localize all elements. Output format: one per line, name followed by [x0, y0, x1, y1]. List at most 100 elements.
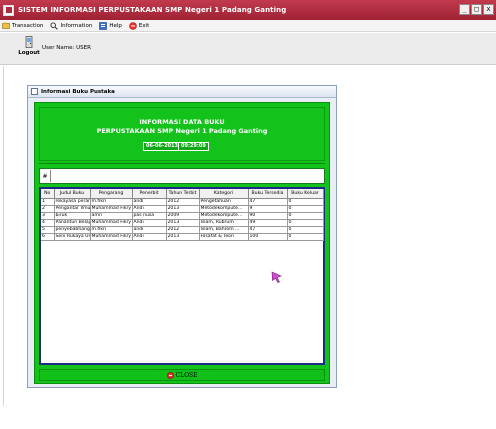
table-cell: 2013 — [166, 233, 200, 241]
books-table-grid: No Judul Buku Pengarang Penerbit Tahun T… — [41, 189, 324, 241]
table-cell: Pengantar Ilmu ... — [54, 205, 91, 213]
logout-button[interactable]: Logout — [14, 36, 44, 63]
table-cell: 100 — [248, 233, 288, 241]
internal-frame-book-info[interactable]: Informasi Buku Pustaka INFORMASI DATA BU… — [27, 85, 337, 388]
close-window-button[interactable]: x — [483, 4, 494, 15]
table-cell: biruk — [54, 212, 91, 220]
table-cell: andi — [132, 198, 167, 206]
internal-frame-titlebar[interactable]: Informasi Buku Pustaka — [28, 86, 336, 98]
search-label: # — [42, 172, 48, 180]
table-row[interactable]: 4 Panantun Belaj... Muhammad Fikry Andi … — [41, 219, 324, 227]
header-title: INFORMASI DATA BUKU — [139, 118, 225, 126]
table-cell: 3 — [41, 212, 55, 220]
table-cell: 0 — [287, 212, 324, 220]
table-cell: Andi — [132, 233, 167, 241]
table-cell: 0 — [287, 226, 324, 234]
table-cell: Pengetahuan — [199, 198, 249, 206]
app-icon — [3, 4, 14, 16]
table-cell: Muhammad Fikry — [90, 205, 133, 213]
internal-frame-title: Informasi Buku Pustaka — [41, 88, 115, 95]
table-cell: andi — [132, 226, 167, 234]
column-header[interactable]: Kategori — [199, 189, 249, 199]
menu-exit[interactable]: Exit — [129, 21, 149, 30]
table-cell: m.fikri — [90, 226, 133, 234]
logout-label: Logout — [18, 50, 40, 56]
column-header[interactable]: Pengarang — [90, 189, 133, 199]
minimize-button[interactable]: _ — [459, 4, 470, 15]
table-cell: Muhammad Fikry — [90, 233, 133, 241]
table-cell: Panantun Belaj... — [54, 219, 91, 227]
table-cell: 6 — [41, 233, 55, 241]
table-cell: 90 — [248, 212, 288, 220]
table-cell: 2009 — [166, 212, 200, 220]
column-header[interactable]: No — [41, 189, 55, 199]
search-input[interactable] — [50, 170, 323, 182]
table-cell: Islam, Rubrum — [199, 219, 249, 227]
table-cell: 0 — [287, 205, 324, 213]
table-header-row: No Judul Buku Pengarang Penerbit Tahun T… — [41, 189, 324, 199]
maximize-button[interactable]: □ — [471, 4, 482, 15]
table-cell: Andi — [132, 219, 167, 227]
table-cell: amri — [90, 212, 133, 220]
table-cell: 0 — [287, 219, 324, 227]
main-panel: INFORMASI DATA BUKU PERPUSTAKAAN SMP Neg… — [34, 102, 330, 384]
table-cell: 1 — [41, 198, 55, 206]
table-cell: penyebabhangu... — [54, 226, 91, 234]
close-icon — [166, 371, 174, 379]
menu-transaction-label: Transaction — [12, 22, 44, 29]
table-cell: 47 — [248, 226, 288, 234]
table-cell: 47 — [248, 198, 288, 206]
transaction-icon — [2, 22, 10, 29]
column-header[interactable]: Tahun Terbit — [166, 189, 200, 199]
table-cell: 2012 — [166, 226, 200, 234]
mouse-cursor-icon — [271, 271, 282, 283]
panel-divider — [39, 163, 325, 164]
column-header[interactable]: Penerbit — [132, 189, 167, 199]
menu-information[interactable]: Information — [50, 21, 93, 30]
table-cell: Filsafat & Teori — [199, 233, 249, 241]
menu-bar: Transaction Information Help Exit — [0, 20, 496, 32]
table-row[interactable]: 2 Pengantar Ilmu ... Muhammad Fikry Andi… — [41, 205, 324, 213]
window-controls: _ □ x — [459, 4, 494, 15]
table-cell: Andi — [132, 205, 167, 213]
table-row[interactable]: 5 penyebabhangu... m.fikri andi 2012 Isl… — [41, 226, 324, 234]
table-cell: rekayasa peran... — [54, 198, 91, 206]
exit-icon — [129, 21, 137, 30]
table-cell: 0 — [287, 198, 324, 206]
close-button[interactable]: CLOSE — [166, 371, 198, 379]
desktop-left-border — [3, 66, 4, 406]
column-header[interactable]: Judul Buku — [54, 189, 91, 199]
footer-panel: CLOSE — [39, 369, 325, 381]
help-icon — [99, 21, 108, 30]
menu-help[interactable]: Help — [99, 21, 122, 30]
search-bar: # — [39, 168, 325, 184]
menu-transaction[interactable]: Transaction — [2, 22, 43, 30]
date-display: 06-06-2013 — [143, 142, 181, 151]
table-row[interactable]: 3 biruk amri pas nusa 2009 Metodekompute… — [41, 212, 324, 220]
column-header[interactable]: Buku Keluar — [287, 189, 324, 199]
table-cell: Metodekompute... — [199, 212, 249, 220]
user-name-label: User Name: USER — [42, 45, 91, 51]
column-header[interactable]: Buku Tersedia — [248, 189, 288, 199]
table-cell: 9 — [248, 205, 288, 213]
time-display: 09:29:09 — [178, 142, 209, 151]
table-row[interactable]: 6 Seni Rukaya Un... Muhammad Fikry Andi … — [41, 233, 324, 241]
table-cell: 0 — [287, 233, 324, 241]
magnifier-icon — [50, 21, 59, 30]
window-titlebar[interactable]: SISTEM INFORMASI PERPUSTAKAAN SMP Negeri… — [0, 0, 496, 20]
table-cell: 5 — [41, 226, 55, 234]
menu-information-label: Information — [60, 22, 93, 29]
table-cell: 4 — [41, 219, 55, 227]
table-cell: Islam, Bahrom ... — [199, 226, 249, 234]
table-cell: 2 — [41, 205, 55, 213]
table-cell: Metodekompute... — [199, 205, 249, 213]
table-row[interactable]: 1 rekayasa peran... m.fikri andi 2012 Pe… — [41, 198, 324, 206]
table-cell: 2013 — [166, 219, 200, 227]
close-button-label: CLOSE — [175, 371, 198, 379]
header-panel: INFORMASI DATA BUKU PERPUSTAKAAN SMP Neg… — [39, 107, 325, 161]
toolbar: Logout User Name: USER — [0, 33, 496, 65]
table-cell: m.fikri — [90, 198, 133, 206]
logout-icon — [25, 36, 33, 48]
table-cell: Seni Rukaya Un... — [54, 233, 91, 241]
table-cell: pas nusa — [132, 212, 167, 220]
